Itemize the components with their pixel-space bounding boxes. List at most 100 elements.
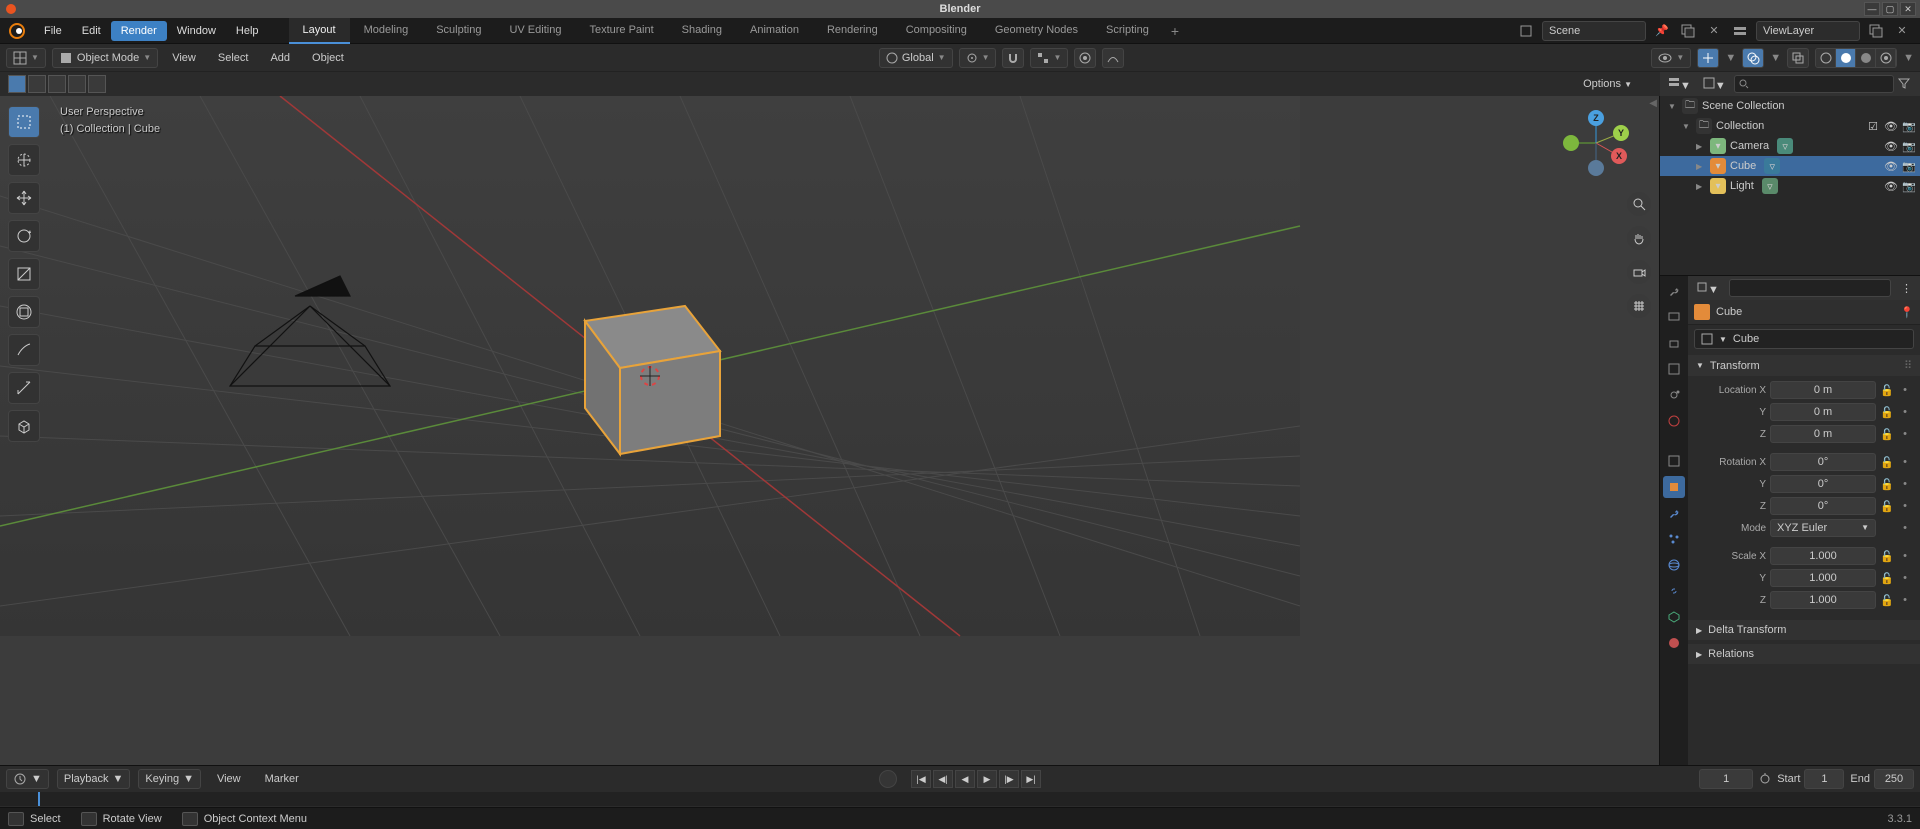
select-intersect-button[interactable]	[88, 75, 106, 93]
snap-toggle[interactable]	[1002, 48, 1024, 68]
proportional-toggle[interactable]	[1074, 48, 1096, 68]
jump-start-button[interactable]: |◀	[911, 770, 931, 788]
tab-compositing[interactable]: Compositing	[892, 18, 981, 44]
tab-rendering[interactable]: Rendering	[813, 18, 892, 44]
outliner-filter-button[interactable]	[1898, 77, 1916, 92]
tab-modeling[interactable]: Modeling	[350, 18, 423, 44]
viewlayer-name-field[interactable]	[1756, 21, 1860, 41]
end-frame-field[interactable]: 250	[1874, 769, 1914, 789]
select-box-tool[interactable]	[8, 106, 40, 138]
autokey-toggle[interactable]	[879, 770, 897, 788]
window-close-icon[interactable]	[6, 4, 16, 14]
render-icon[interactable]: 📷	[1902, 120, 1916, 133]
measure-tool[interactable]	[8, 372, 40, 404]
select-menu[interactable]: Select	[210, 48, 257, 68]
current-frame-field[interactable]: 1	[1699, 769, 1753, 789]
render-icon[interactable]: 📷	[1902, 160, 1916, 173]
tab-animation[interactable]: Animation	[736, 18, 813, 44]
render-icon[interactable]: 📷	[1902, 140, 1916, 153]
menu-render[interactable]: Render	[111, 21, 167, 41]
object-name-field[interactable]: ▼ Cube	[1694, 329, 1914, 349]
tree-item-camera[interactable]: ▶▾Camera▿👁📷	[1660, 136, 1920, 156]
editor-type-dropdown[interactable]: ▼	[6, 48, 46, 68]
object-tab[interactable]	[1663, 476, 1685, 498]
output-tab[interactable]	[1663, 332, 1685, 354]
viewport-options-dropdown[interactable]: Options ▼	[1583, 78, 1632, 90]
render-tab[interactable]	[1663, 306, 1685, 328]
outliner-display-dropdown[interactable]: ▼	[1699, 77, 1730, 92]
modifier-tab[interactable]	[1663, 502, 1685, 524]
rendered-shading-button[interactable]	[1876, 49, 1896, 67]
material-tab[interactable]	[1663, 632, 1685, 654]
eye-icon[interactable]: 👁	[1884, 140, 1898, 153]
scene-new-button[interactable]	[1678, 21, 1698, 41]
play-reverse-button[interactable]: ◀	[955, 770, 975, 788]
select-new-button[interactable]	[8, 75, 26, 93]
view-menu[interactable]: View	[164, 48, 204, 68]
data-tab[interactable]	[1663, 606, 1685, 628]
eye-icon[interactable]: 👁	[1884, 120, 1898, 133]
render-icon[interactable]: 📷	[1902, 180, 1916, 193]
sidebar-expand-handle[interactable]: ◀	[1649, 98, 1657, 109]
playback-menu[interactable]: Playback▼	[57, 769, 131, 789]
rotation-mode-dropdown[interactable]: XYZ Euler▼	[1770, 519, 1876, 537]
tab-texture-paint[interactable]: Texture Paint	[575, 18, 667, 44]
window-maximize-button[interactable]: ▢	[1882, 2, 1898, 16]
blender-logo-icon[interactable]	[6, 20, 28, 42]
timeline-track[interactable]	[0, 792, 1920, 806]
tree-item-cube[interactable]: ▶▾Cube▿👁📷	[1660, 156, 1920, 176]
particles-tab[interactable]	[1663, 528, 1685, 550]
scene-name-field[interactable]	[1542, 21, 1646, 41]
properties-options-button[interactable]: ⋮	[1897, 282, 1916, 295]
select-invert-button[interactable]	[68, 75, 86, 93]
window-close-button[interactable]: ✕	[1900, 2, 1916, 16]
playhead[interactable]	[38, 792, 40, 806]
xray-toggle[interactable]	[1787, 48, 1809, 68]
select-extend-button[interactable]	[28, 75, 46, 93]
proportional-falloff-dropdown[interactable]	[1102, 48, 1124, 68]
tab-layout[interactable]: Layout	[289, 18, 350, 44]
rotation-y-field[interactable]: 0°	[1770, 475, 1876, 493]
add-workspace-button[interactable]: +	[1163, 19, 1187, 43]
viewlayer-browse-button[interactable]	[1730, 21, 1750, 41]
rotation-x-field[interactable]: 0°	[1770, 453, 1876, 471]
outliner-editor-dropdown[interactable]: ▼	[1664, 77, 1695, 92]
tab-geometry-nodes[interactable]: Geometry Nodes	[981, 18, 1092, 44]
viewlayer-name-input[interactable]	[1763, 25, 1853, 37]
constraints-tab[interactable]	[1663, 580, 1685, 602]
location-x-field[interactable]: 0 m	[1770, 381, 1876, 399]
pin-button[interactable]: 📍	[1900, 306, 1914, 319]
tree-scene-collection[interactable]: ▼🗀Scene Collection	[1660, 96, 1920, 116]
tool-tab[interactable]	[1663, 280, 1685, 302]
pivot-dropdown[interactable]: ▼	[959, 48, 997, 68]
solid-shading-button[interactable]	[1836, 49, 1856, 67]
keyframe-prev-button[interactable]: ◀|	[933, 770, 953, 788]
menu-file[interactable]: File	[34, 21, 72, 41]
menu-window[interactable]: Window	[167, 21, 226, 41]
overlay-toggle[interactable]	[1742, 48, 1764, 68]
window-minimize-button[interactable]: —	[1864, 2, 1880, 16]
viewlayer-tab[interactable]	[1663, 358, 1685, 380]
tab-scripting[interactable]: Scripting	[1092, 18, 1163, 44]
transform-tool[interactable]	[8, 296, 40, 328]
add-menu[interactable]: Add	[262, 48, 298, 68]
marker-menu[interactable]: Marker	[257, 769, 307, 789]
start-frame-field[interactable]: 1	[1804, 769, 1844, 789]
eye-icon[interactable]: 👁	[1884, 180, 1898, 193]
tab-shading[interactable]: Shading	[668, 18, 736, 44]
checkbox-icon[interactable]: ☑	[1866, 120, 1880, 133]
move-tool[interactable]	[8, 182, 40, 214]
eye-icon[interactable]: 👁	[1884, 160, 1898, 173]
navigation-gizmo[interactable]: Z Y X	[1561, 108, 1631, 178]
keyframe-next-button[interactable]: |▶	[999, 770, 1019, 788]
visibility-dropdown[interactable]: ▼	[1651, 48, 1691, 68]
tree-item-light[interactable]: ▶▾Light▿👁📷	[1660, 176, 1920, 196]
menu-help[interactable]: Help	[226, 21, 269, 41]
add-cube-tool[interactable]	[8, 410, 40, 442]
scene-pin-button[interactable]: 📌	[1652, 21, 1672, 41]
preview-range-toggle[interactable]	[1759, 772, 1771, 787]
scale-z-field[interactable]: 1.000	[1770, 591, 1876, 609]
scale-y-field[interactable]: 1.000	[1770, 569, 1876, 587]
scale-x-field[interactable]: 1.000	[1770, 547, 1876, 565]
location-z-field[interactable]: 0 m	[1770, 425, 1876, 443]
